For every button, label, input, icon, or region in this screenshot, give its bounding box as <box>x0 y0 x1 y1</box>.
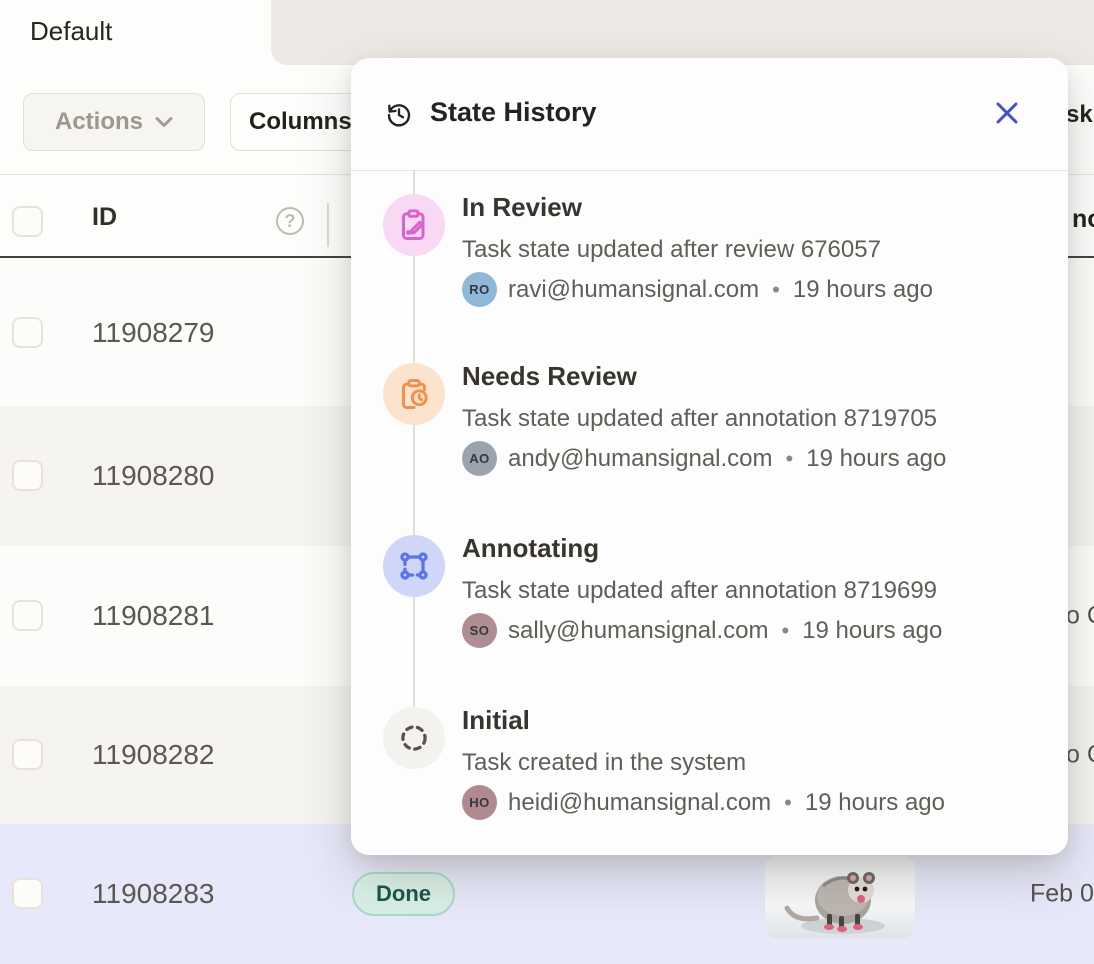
task-id: 11908281 <box>92 600 215 632</box>
row-checkbox[interactable] <box>12 878 43 909</box>
history-entry: In Review Task state updated after revie… <box>351 194 1068 324</box>
chevron-down-icon <box>155 116 173 128</box>
meta-separator: • <box>784 790 792 816</box>
time-ago: 19 hours ago <box>793 276 933 304</box>
time-ago: 19 hours ago <box>805 789 945 817</box>
state-title: Annotating <box>462 533 599 564</box>
user-email: andy@humansignal.com <box>508 445 773 473</box>
task-id: 11908279 <box>92 317 215 349</box>
task-id: 11908280 <box>92 460 215 492</box>
status-badge: Done <box>352 872 455 916</box>
column-divider[interactable] <box>327 203 329 247</box>
state-description: Task state updated after annotation 8719… <box>462 577 937 605</box>
time-ago: 19 hours ago <box>806 445 946 473</box>
clipped-column-header-fragment: no <box>1072 205 1094 234</box>
state-description: Task state updated after annotation 8719… <box>462 405 937 433</box>
select-all-checkbox[interactable] <box>12 206 43 237</box>
tab-default[interactable]: Default <box>30 16 112 47</box>
task-manager-screen: Default Actions Columns sk ID ? no 11908… <box>0 0 1094 946</box>
meta-separator: • <box>786 446 794 472</box>
state-title: Initial <box>462 705 530 736</box>
user-email: ravi@humansignal.com <box>508 276 759 304</box>
dashed-circle-icon <box>396 720 432 756</box>
close-icon[interactable] <box>994 100 1020 126</box>
clipped-cell-fragment: o C <box>1066 602 1094 631</box>
history-entry: Initial Task created in the system HO he… <box>351 707 1068 837</box>
task-id: 11908283 <box>92 878 215 910</box>
task-id: 11908282 <box>92 739 215 771</box>
modal-title: State History <box>430 97 597 128</box>
id-column-header[interactable]: ID <box>92 203 117 232</box>
time-ago: 19 hours ago <box>802 617 942 645</box>
task-thumbnail <box>765 856 915 938</box>
actions-button[interactable]: Actions <box>23 93 205 151</box>
meta-separator: • <box>781 618 789 644</box>
opossum-image <box>765 856 915 938</box>
bounding-box-icon <box>396 548 432 584</box>
state-history-modal: State History In Review Task state updat… <box>351 58 1068 855</box>
clock-history-icon <box>384 100 414 130</box>
state-title: In Review <box>462 192 582 223</box>
clipped-toolbar-text-fragment: sk <box>1066 101 1093 129</box>
clipboard-clock-icon <box>396 376 432 412</box>
columns-button-label: Columns <box>249 108 352 136</box>
history-entry: Needs Review Task state updated after an… <box>351 363 1068 493</box>
user-email: heidi@humansignal.com <box>508 789 771 817</box>
avatar: HO <box>462 785 497 820</box>
meta-separator: • <box>772 277 780 303</box>
state-description: Task state updated after review 676057 <box>462 236 881 264</box>
tab-strip-background <box>271 0 1094 65</box>
history-entry: Annotating Task state updated after anno… <box>351 535 1068 665</box>
row-checkbox[interactable] <box>12 460 43 491</box>
state-meta: SO sally@humansignal.com • 19 hours ago <box>462 613 942 648</box>
state-meta: RO ravi@humansignal.com • 19 hours ago <box>462 272 933 307</box>
date-cell: Feb 0 <box>1030 880 1094 909</box>
state-title: Needs Review <box>462 361 637 392</box>
clipboard-edit-icon <box>396 207 432 243</box>
state-meta: AO andy@humansignal.com • 19 hours ago <box>462 441 946 476</box>
state-description: Task created in the system <box>462 749 746 777</box>
in-review-state-icon <box>383 194 445 256</box>
row-checkbox[interactable] <box>12 600 43 631</box>
avatar: AO <box>462 441 497 476</box>
row-checkbox[interactable] <box>12 317 43 348</box>
avatar: SO <box>462 613 497 648</box>
actions-button-label: Actions <box>55 108 143 136</box>
clipped-cell-fragment: o C <box>1066 741 1094 770</box>
initial-state-icon <box>383 707 445 769</box>
avatar: RO <box>462 272 497 307</box>
row-checkbox[interactable] <box>12 739 43 770</box>
annotating-state-icon <box>383 535 445 597</box>
modal-header: State History <box>351 58 1068 171</box>
help-icon[interactable]: ? <box>276 207 304 235</box>
state-meta: HO heidi@humansignal.com • 19 hours ago <box>462 785 945 820</box>
needs-review-state-icon <box>383 363 445 425</box>
user-email: sally@humansignal.com <box>508 617 768 645</box>
